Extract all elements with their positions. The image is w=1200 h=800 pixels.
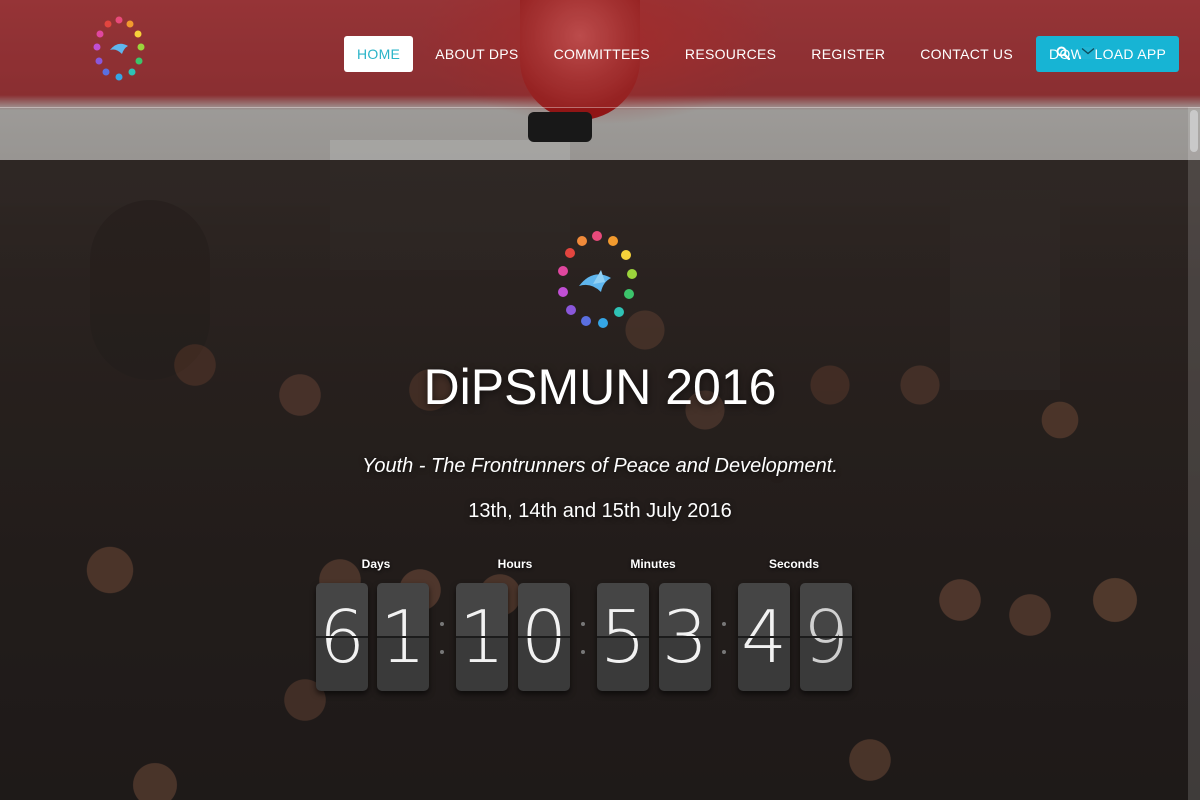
countdown-hours-digit-2: 0 <box>518 583 570 691</box>
nav-register[interactable]: REGISTER <box>811 36 885 72</box>
top-navbar: HOME ABOUT DPS COMMITTEES RESOURCES REGI… <box>0 0 1200 108</box>
brand-logo[interactable] <box>92 14 146 92</box>
mail-icon[interactable] <box>1081 47 1095 59</box>
main-nav: HOME ABOUT DPS COMMITTEES RESOURCES REGI… <box>344 36 1200 72</box>
event-title: DiPSMUN 2016 <box>423 359 777 415</box>
countdown-minutes-digit-1: 5 <box>597 583 649 691</box>
nav-about-dps[interactable]: ABOUT DPS <box>435 36 518 72</box>
search-icon[interactable] <box>1056 46 1070 60</box>
countdown-hours-label: Hours <box>497 557 533 571</box>
countdown-separator <box>722 612 726 664</box>
countdown-seconds-label: Seconds <box>768 557 819 571</box>
countdown-days-digit-2: 1 <box>377 583 429 691</box>
event-logo <box>558 231 637 328</box>
countdown-days-label: Days <box>361 557 391 571</box>
countdown-minutes-label: Minutes <box>630 557 676 571</box>
countdown-seconds-digit-2: 9 <box>800 583 852 691</box>
countdown-minutes-digit-2: 3 <box>659 583 711 691</box>
nav-resources[interactable]: RESOURCES <box>685 36 776 72</box>
event-dates: 13th, 14th and 15th July 2016 <box>468 500 732 522</box>
nav-committees[interactable]: COMMITTEES <box>554 36 650 72</box>
countdown-separator <box>440 612 444 664</box>
event-tagline: Youth - The Frontrunners of Peace and De… <box>362 455 838 477</box>
scrollbar-thumb[interactable] <box>1190 110 1198 152</box>
countdown-hours-digit-1: 1 <box>456 583 508 691</box>
countdown-separator <box>581 612 585 664</box>
nav-contact-us[interactable]: CONTACT US <box>920 36 1013 72</box>
countdown-seconds-digit-1: 4 <box>738 583 790 691</box>
countdown-days-digit-1: 6 <box>316 583 368 691</box>
nav-home[interactable]: HOME <box>344 36 414 72</box>
page-scrollbar[interactable] <box>1188 107 1200 800</box>
